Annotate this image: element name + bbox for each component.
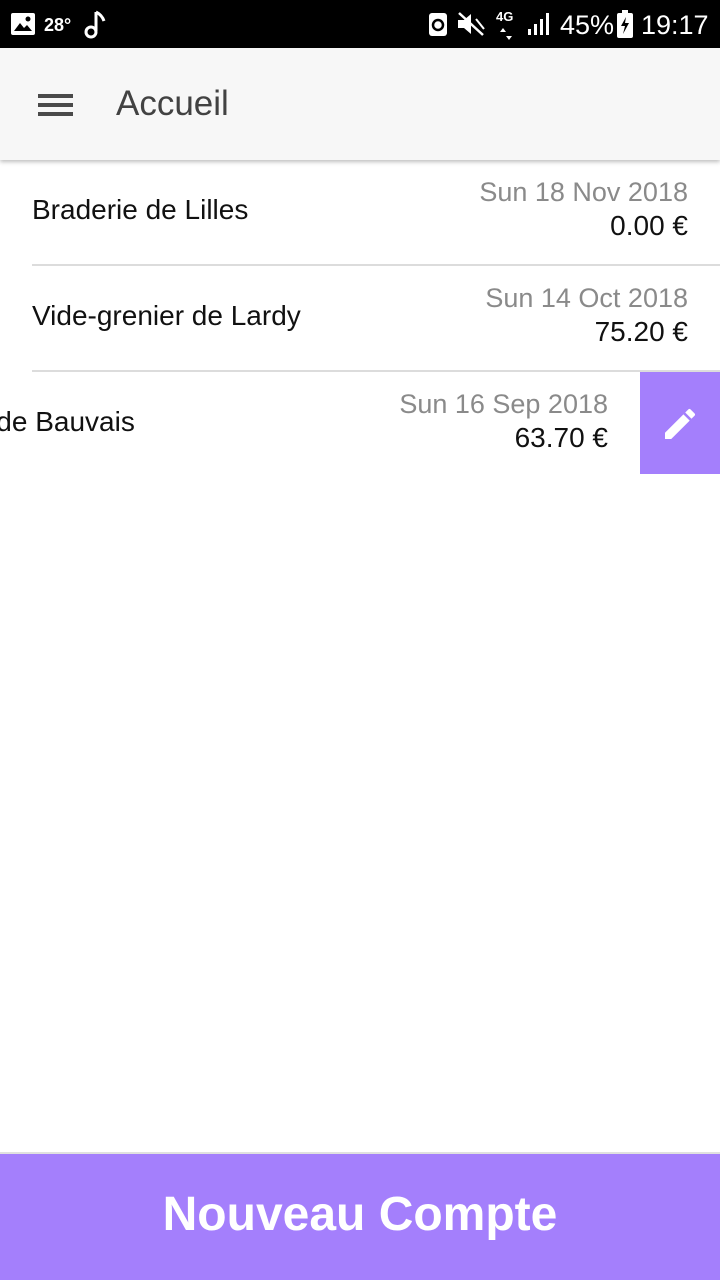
- list-item-content: Braderie de Lilles Sun 18 Nov 2018 0.00 …: [0, 160, 720, 264]
- temperature-text: 28°: [44, 15, 72, 35]
- battery-percent-text: 45%: [560, 10, 615, 40]
- edit-button[interactable]: [640, 372, 720, 474]
- list-item[interactable]: Vide-grenier de Lardy Sun 14 Oct 2018 75…: [0, 266, 720, 372]
- list-item-swiped[interactable]: cante de Bauvais Sun 16 Sep 2018 63.70 €: [0, 372, 720, 478]
- event-total: 63.70 €: [514, 422, 608, 453]
- event-name: cante de Bauvais: [0, 406, 135, 437]
- gallery-icon: [11, 13, 35, 35]
- signal-icon: [528, 13, 549, 35]
- event-name: Braderie de Lilles: [32, 194, 249, 225]
- battery-charging-icon: [617, 10, 633, 38]
- list-item-content: Vide-grenier de Lardy Sun 14 Oct 2018 75…: [0, 266, 720, 370]
- event-list: Braderie de Lilles Sun 18 Nov 2018 0.00 …: [0, 160, 720, 478]
- recycle-icon: [429, 13, 447, 36]
- music-note-icon: [84, 10, 106, 39]
- mute-icon: [458, 12, 485, 36]
- app-bar: Accueil: [0, 48, 720, 160]
- hamburger-menu-icon[interactable]: [38, 94, 74, 116]
- event-date: Sun 14 Oct 2018: [485, 283, 688, 313]
- event-name: Vide-grenier de Lardy: [32, 300, 301, 331]
- event-date: Sun 18 Nov 2018: [479, 177, 688, 207]
- page-title: Accueil: [116, 84, 229, 123]
- new-account-button[interactable]: Nouveau Compte: [0, 1152, 720, 1280]
- event-total: 75.20 €: [594, 316, 688, 347]
- event-date: Sun 16 Sep 2018: [399, 389, 608, 419]
- edit-pencil-icon: [665, 408, 696, 439]
- status-bar: 28° 4G 45% 19:17: [0, 0, 720, 48]
- clock-text: 19:17: [641, 10, 709, 40]
- list-item[interactable]: Braderie de Lilles Sun 18 Nov 2018 0.00 …: [0, 160, 720, 266]
- event-total: 0.00 €: [610, 210, 688, 241]
- network-arrows-icon: [500, 28, 512, 40]
- list-item-content: cante de Bauvais Sun 16 Sep 2018 63.70 €: [0, 372, 640, 476]
